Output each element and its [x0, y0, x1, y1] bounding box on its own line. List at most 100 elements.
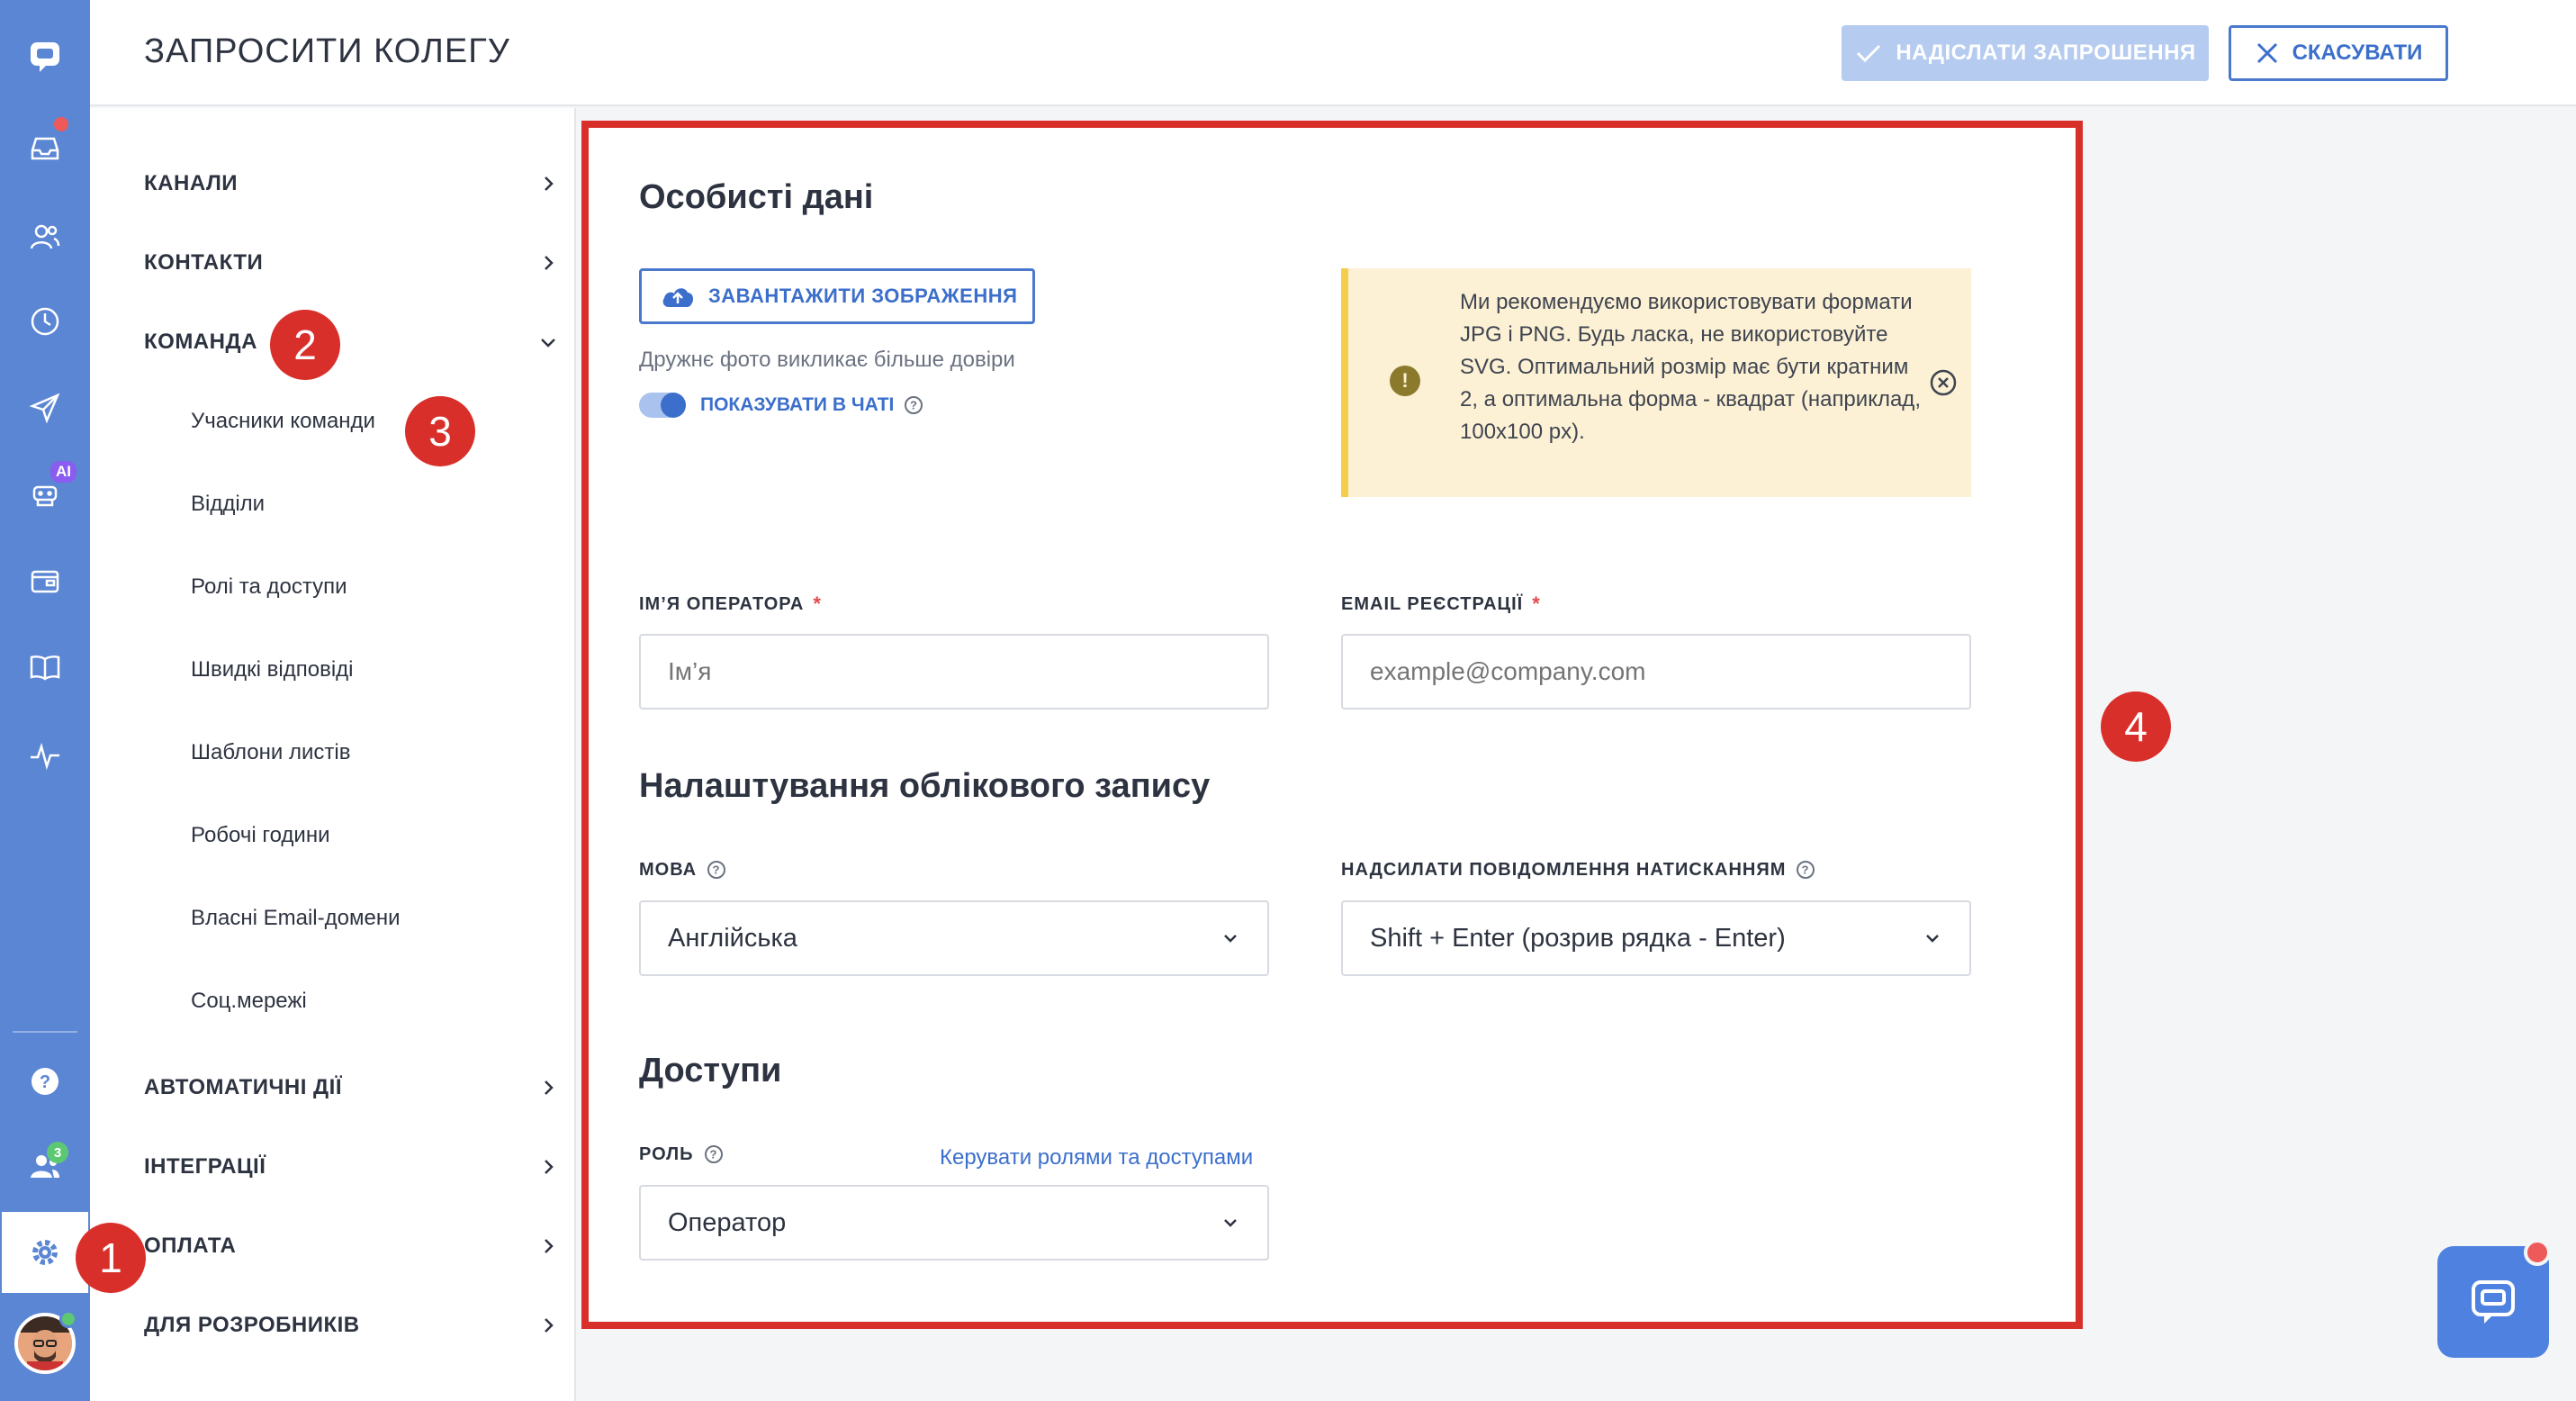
- pulse-icon[interactable]: [0, 715, 90, 796]
- image-format-warning: ! Ми рекомендуємо використовувати формат…: [1341, 268, 1971, 497]
- operator-name-label-row: ІМ’Я ОПЕРАТОРА *: [639, 592, 822, 616]
- submenu-quick-replies[interactable]: Швидкі відповіді: [191, 657, 354, 682]
- menu-item-channels[interactable]: КАНАЛИ: [144, 157, 558, 211]
- operator-name-input[interactable]: [639, 634, 1269, 710]
- contacts-icon[interactable]: [0, 196, 90, 277]
- invite-form-panel: Особисті дані ЗАВАНТАЖИТИ ЗОБРАЖЕННЯ Дру…: [581, 121, 2083, 1329]
- email-label: EMAIL РЕЄСТРАЦІЇ: [1341, 593, 1524, 614]
- warning-text: Ми рекомендуємо використовувати формати …: [1460, 290, 1921, 444]
- menu-item-integrations[interactable]: ІНТЕГРАЦІЇ: [144, 1140, 558, 1194]
- chevron-down-icon: [541, 339, 555, 348]
- menu-item-label: КОМАНДА: [144, 330, 257, 354]
- check-icon: [1857, 44, 1881, 63]
- upload-image-label: ЗАВАНТАЖИТИ ЗОБРАЖЕННЯ: [708, 285, 1018, 307]
- cloud-upload-icon: [662, 288, 694, 307]
- chat-logo-icon[interactable]: [0, 16, 90, 97]
- chevron-right-icon: [545, 1318, 554, 1333]
- required-asterisk: *: [1532, 592, 1541, 615]
- help-circle-icon[interactable]: ?: [706, 859, 727, 881]
- menu-item-label: ДЛЯ РОЗРОБНИКІВ: [144, 1313, 360, 1337]
- svg-text:?: ?: [1802, 863, 1810, 877]
- access-title: Доступи: [639, 1052, 782, 1089]
- team-icon[interactable]: [0, 1125, 90, 1207]
- upload-image-button[interactable]: ЗАВАНТАЖИТИ ЗОБРАЖЕННЯ: [639, 268, 1035, 324]
- role-select[interactable]: Оператор: [639, 1185, 1269, 1261]
- chevron-right-icon: [545, 1239, 554, 1253]
- settings-menu: КАНАЛИ КОНТАКТИ КОМАНДА Учасники команди…: [90, 108, 576, 1401]
- submenu-roles-access[interactable]: Ролі та доступи: [191, 574, 347, 600]
- chevron-down-icon: [1926, 935, 1939, 943]
- submenu-email-domains[interactable]: Власні Email-домени: [191, 906, 400, 931]
- send-invitation-button[interactable]: НАДІСЛАТИ ЗАПРОШЕННЯ: [1842, 25, 2209, 81]
- email-input[interactable]: [1341, 634, 1971, 710]
- book-icon[interactable]: [0, 627, 90, 708]
- personal-data-title: Особисті дані: [639, 178, 874, 216]
- upload-hint: Дружнє фото викликає більше довіри: [639, 348, 1015, 372]
- svg-text:?: ?: [40, 1072, 50, 1092]
- annotation-marker-2: 2: [270, 310, 340, 380]
- menu-item-label: КОНТАКТИ: [144, 250, 264, 275]
- page-title: ЗАПРОСИТИ КОЛЕГУ: [144, 32, 510, 70]
- exclamation-icon: !: [1390, 366, 1420, 396]
- chevron-right-icon: [545, 256, 554, 270]
- menu-item-label: ІНТЕГРАЦІЇ: [144, 1154, 266, 1179]
- menu-item-label: КАНАЛИ: [144, 171, 239, 195]
- submenu-departments[interactable]: Відділи: [191, 492, 265, 517]
- menu-item-automation[interactable]: АВТОМАТИЧНІ ДІЇ: [144, 1061, 558, 1115]
- close-icon: [2256, 42, 2277, 64]
- svg-text:?: ?: [713, 863, 721, 877]
- send-key-label: НАДСИЛАТИ ПОВІДОМЛЕННЯ НАТИСКАННЯМ: [1341, 859, 1787, 880]
- menu-item-developers[interactable]: ДЛЯ РОЗРОБНИКІВ: [144, 1298, 558, 1352]
- show-in-chat-label: ПОКАЗУВАТИ В ЧАТІ: [700, 394, 895, 415]
- cancel-button[interactable]: СКАСУВАТИ: [2229, 25, 2448, 81]
- annotation-marker-4: 4: [2101, 691, 2171, 762]
- help-circle-icon[interactable]: ?: [1795, 859, 1816, 881]
- inbox-notification-dot: [54, 117, 68, 131]
- rail-divider: [13, 1031, 77, 1033]
- required-asterisk: *: [813, 592, 822, 615]
- help-circle-icon[interactable]: ?: [703, 1143, 725, 1165]
- help-icon[interactable]: ?: [0, 1041, 90, 1122]
- toggle-knob: [661, 393, 686, 418]
- manage-roles-link[interactable]: Керувати ролями та доступами: [940, 1145, 1253, 1171]
- language-select[interactable]: Англійська: [639, 900, 1269, 976]
- menu-item-team[interactable]: КОМАНДА: [144, 315, 558, 369]
- help-circle-icon[interactable]: ?: [903, 394, 924, 416]
- language-value: Англійська: [668, 923, 797, 953]
- show-in-chat-label-row: ПОКАЗУВАТИ В ЧАТІ ?: [700, 394, 924, 416]
- submenu-email-templates[interactable]: Шаблони листів: [191, 740, 350, 765]
- language-label-row: МОВА ?: [639, 859, 727, 881]
- send-key-value: Shift + Enter (розрив рядка - Enter): [1370, 923, 1786, 953]
- submenu-social-networks[interactable]: Соц.мережі: [191, 989, 307, 1014]
- role-value: Оператор: [668, 1207, 787, 1237]
- language-label: МОВА: [639, 859, 698, 880]
- chat-bubble-icon: [2472, 1280, 2515, 1324]
- annotation-marker-1: 1: [76, 1223, 146, 1293]
- role-label-row: РОЛЬ ?: [639, 1143, 725, 1165]
- chevron-down-icon: [1224, 1219, 1237, 1227]
- online-status-dot: [59, 1310, 77, 1328]
- send-icon[interactable]: [0, 367, 90, 448]
- submenu-working-hours[interactable]: Робочі години: [191, 823, 330, 848]
- role-label: РОЛЬ: [639, 1143, 694, 1164]
- show-in-chat-toggle[interactable]: [639, 393, 686, 418]
- chevron-right-icon: [545, 1160, 554, 1174]
- chevron-right-icon: [545, 1080, 554, 1095]
- send-key-label-row: НАДСИЛАТИ ПОВІДОМЛЕННЯ НАТИСКАННЯМ ?: [1341, 859, 1816, 881]
- email-label-row: EMAIL РЕЄСТРАЦІЇ *: [1341, 592, 1541, 616]
- menu-item-billing[interactable]: ОПЛАТА: [144, 1219, 558, 1273]
- operator-name-label: ІМ’Я ОПЕРАТОРА: [639, 593, 805, 614]
- wallet-icon[interactable]: [0, 540, 90, 621]
- chat-notification-dot: [2524, 1239, 2551, 1266]
- annotation-marker-3: 3: [405, 396, 475, 466]
- menu-item-contacts[interactable]: КОНТАКТИ: [144, 236, 558, 290]
- send-key-select[interactable]: Shift + Enter (розрив рядка - Enter): [1341, 900, 1971, 976]
- submenu-team-members[interactable]: Учасники команди: [191, 409, 375, 434]
- svg-text:?: ?: [910, 399, 917, 412]
- ai-badge: AI: [50, 461, 77, 483]
- close-circle-icon[interactable]: [1928, 367, 1959, 398]
- history-icon[interactable]: [0, 281, 90, 362]
- ai-bot-icon[interactable]: [0, 454, 90, 535]
- account-settings-title: Налаштування облікового запису: [639, 767, 1211, 805]
- inbox-icon[interactable]: [0, 108, 90, 189]
